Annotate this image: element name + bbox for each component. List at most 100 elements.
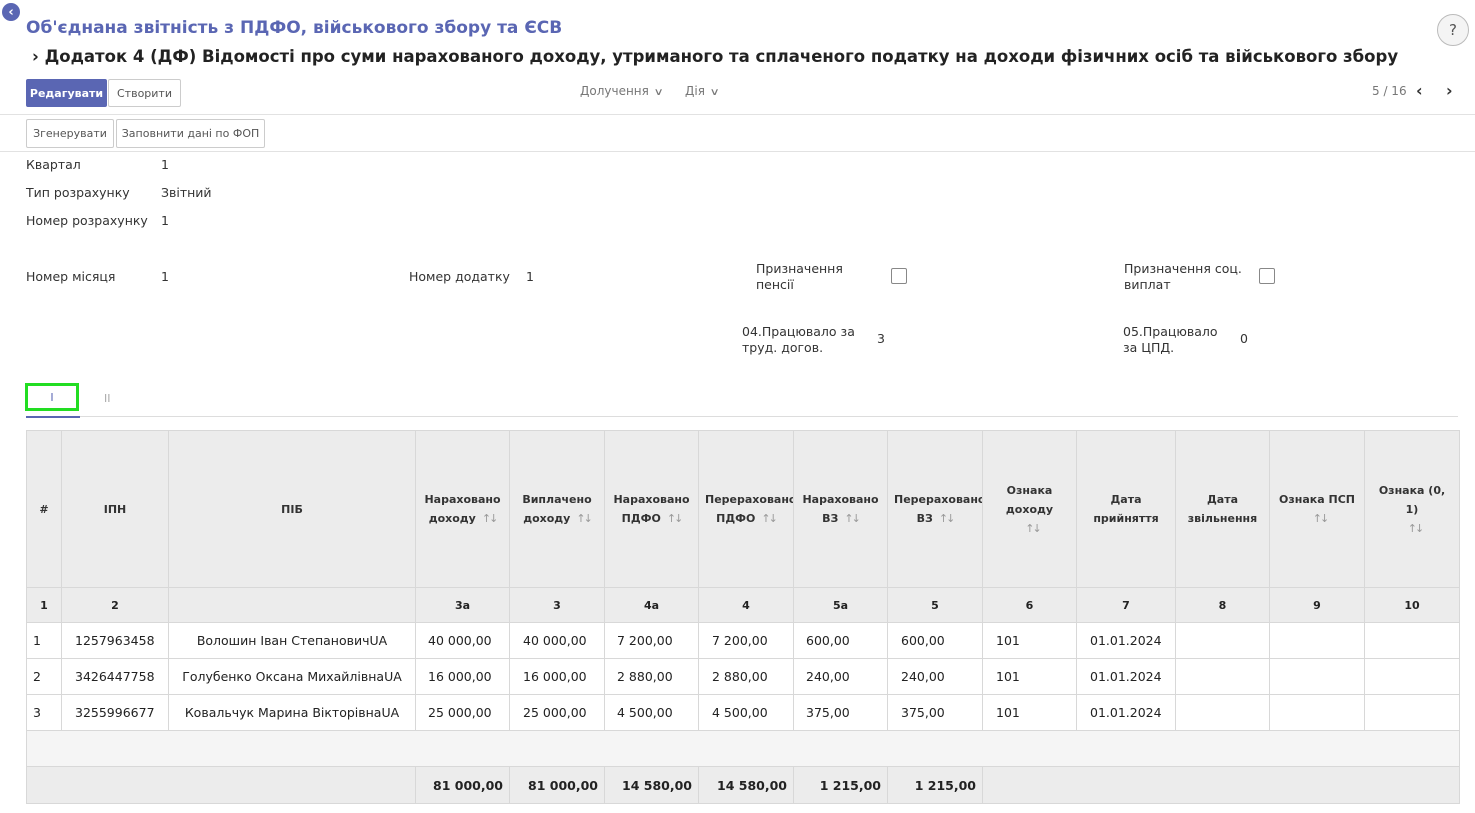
action-dropdown[interactable]: Дія ∨ <box>685 84 720 98</box>
calc-number-label: Номер розрахунку <box>26 213 148 228</box>
cell-hire-date: 01.01.2024 <box>1076 622 1176 659</box>
column-number: 5а <box>793 587 888 623</box>
quarter-value: 1 <box>161 157 169 172</box>
cell-income-sign: 101 <box>982 622 1077 659</box>
month-label: Номер місяця <box>26 269 116 284</box>
table-row[interactable]: 1 1257963458 Волошин Іван СтепановичUA 4… <box>26 622 1460 659</box>
cell-sign-01 <box>1364 622 1460 659</box>
tabs-divider <box>26 416 1458 417</box>
column-number: 8 <box>1175 587 1270 623</box>
empty-row[interactable] <box>26 730 1460 767</box>
cell-income-accrued: 40 000,00 <box>415 622 510 659</box>
chevron-down-icon: ∨ <box>653 87 664 98</box>
social-checkbox[interactable] <box>1259 268 1275 284</box>
total-vz-transferred: 1 215,00 <box>887 766 983 804</box>
cell-psp-sign <box>1269 658 1365 695</box>
pager-value[interactable]: 5 / 16 <box>1372 84 1407 98</box>
pager-next-button[interactable]: › <box>1446 81 1453 100</box>
cell-income-paid: 40 000,00 <box>509 622 605 659</box>
back-icon[interactable]: ‹ <box>2 3 20 21</box>
pension-checkbox[interactable] <box>891 268 907 284</box>
total-income-paid: 81 000,00 <box>509 766 605 804</box>
add-row-area[interactable] <box>26 730 1460 767</box>
column-number: 7 <box>1076 587 1176 623</box>
table-row[interactable]: 2 3426447758 Голубенко Оксана Михайлівна… <box>26 658 1460 695</box>
create-button[interactable]: Створити <box>108 79 181 107</box>
attachments-dropdown[interactable]: Долучення ∨ <box>580 84 664 98</box>
table-header-row: # ІПН ПІБ Нараховано доходу ↑↓ Виплачено … <box>26 430 1460 588</box>
generate-button[interactable]: Згенерувати <box>26 119 114 148</box>
labor-contract-value: 3 <box>877 331 885 346</box>
total-pdfo-accrued: 14 580,00 <box>604 766 699 804</box>
column-header-vz-transferred[interactable]: Перераховано ВЗ ↑↓ <box>887 430 983 588</box>
cell-income-accrued: 25 000,00 <box>415 694 510 731</box>
divider <box>0 114 1475 115</box>
column-header-pdfo-transferred[interactable]: Перераховано ПДФО ↑↓ <box>698 430 794 588</box>
attachments-label: Долучення <box>580 84 649 98</box>
breadcrumb-app-title[interactable]: Об'єднана звітність з ПДФО, військового … <box>26 18 562 38</box>
column-header-pdfo-accrued[interactable]: Нараховано ПДФО ↑↓ <box>604 430 699 588</box>
cell-ipn: 1257963458 <box>61 622 169 659</box>
cell-vz-transferred: 240,00 <box>887 658 983 695</box>
total-pdfo-transferred: 14 580,00 <box>698 766 794 804</box>
totals-empty <box>26 766 62 804</box>
edit-button[interactable]: Редагувати <box>26 79 107 107</box>
cell-vz-accrued: 375,00 <box>793 694 888 731</box>
action-label: Дія <box>685 84 705 98</box>
column-number-row: 1 2 3а 3 4а 4 5а 5 6 7 8 9 10 <box>26 587 1460 623</box>
help-button[interactable]: ? <box>1437 14 1469 46</box>
column-header-income-sign[interactable]: Ознака доходу ↑↓ <box>982 430 1077 588</box>
column-header-vz-accrued[interactable]: Нараховано ВЗ ↑↓ <box>793 430 888 588</box>
header-text: Нараховано ВЗ <box>802 493 879 525</box>
tab-ii[interactable]: II <box>104 392 111 405</box>
cell-dismiss-date <box>1175 658 1270 695</box>
column-header-psp-sign[interactable]: Ознака ПСП ↑↓ <box>1269 430 1365 588</box>
cell-pdfo-accrued: 2 880,00 <box>604 658 699 695</box>
column-number: 2 <box>61 587 169 623</box>
cell-num: 2 <box>26 658 62 695</box>
page-title-text: Додаток 4 (ДФ) Відомості про суми нарахо… <box>44 47 1399 66</box>
page-title: › Додаток 4 (ДФ) Відомості про суми нара… <box>32 47 1398 66</box>
cell-vz-accrued: 240,00 <box>793 658 888 695</box>
sort-icon[interactable]: ↑↓ <box>576 512 593 525</box>
cell-pdfo-accrued: 7 200,00 <box>604 622 699 659</box>
column-header-income-paid[interactable]: Виплачено доходу ↑↓ <box>509 430 605 588</box>
tab-i[interactable]: I <box>25 383 79 411</box>
cell-pdfo-transferred: 7 200,00 <box>698 622 794 659</box>
totals-empty <box>982 766 1460 804</box>
sort-icon[interactable]: ↑↓ <box>1408 522 1425 535</box>
column-number: 9 <box>1269 587 1365 623</box>
labor-contract-label: 04.Працювало за труд. догов. <box>742 324 855 355</box>
sort-icon[interactable]: ↑↓ <box>939 512 956 525</box>
calc-type-value: Звітний <box>161 185 212 200</box>
sort-icon[interactable]: ↑↓ <box>667 512 684 525</box>
cell-vz-transferred: 375,00 <box>887 694 983 731</box>
cell-dismiss-date <box>1175 694 1270 731</box>
totals-row: 81 000,00 81 000,00 14 580,00 14 580,00 … <box>26 766 1460 804</box>
fill-fop-button[interactable]: Заповнити дані по ФОП <box>116 119 265 148</box>
table-row[interactable]: 3 3255996677 Ковальчук Марина Вікторівна… <box>26 694 1460 731</box>
income-table: # ІПН ПІБ Нараховано доходу ↑↓ Виплачено … <box>26 430 1460 804</box>
pager-previous-button[interactable]: ‹ <box>1416 81 1423 100</box>
quarter-label: Квартал <box>26 157 81 172</box>
cell-num: 3 <box>26 694 62 731</box>
sort-icon[interactable]: ↑↓ <box>844 512 861 525</box>
sort-icon[interactable]: ↑↓ <box>761 512 778 525</box>
sort-icon[interactable]: ↑↓ <box>1025 522 1042 535</box>
sort-icon[interactable]: ↑↓ <box>482 512 499 525</box>
calc-type-label: Тип розрахунку <box>26 185 130 200</box>
column-header-income-accrued[interactable]: Нараховано доходу ↑↓ <box>415 430 510 588</box>
appendix-label: Номер додатку <box>409 269 510 284</box>
header-text: Перераховано ПДФО <box>705 493 794 525</box>
column-number: 3 <box>509 587 605 623</box>
cell-vz-accrued: 600,00 <box>793 622 888 659</box>
sort-icon[interactable]: ↑↓ <box>1313 512 1330 525</box>
cell-dismiss-date <box>1175 622 1270 659</box>
column-header-pib: ПІБ <box>168 430 416 588</box>
total-income-accrued: 81 000,00 <box>415 766 510 804</box>
cell-income-sign: 101 <box>982 694 1077 731</box>
header-text: Ознака (0, 1) <box>1378 483 1446 516</box>
cell-sign-01 <box>1364 694 1460 731</box>
chevron-left-icon: ‹ <box>1416 81 1423 100</box>
column-header-sign-01[interactable]: Ознака (0, 1) ↑↓ <box>1364 430 1460 588</box>
